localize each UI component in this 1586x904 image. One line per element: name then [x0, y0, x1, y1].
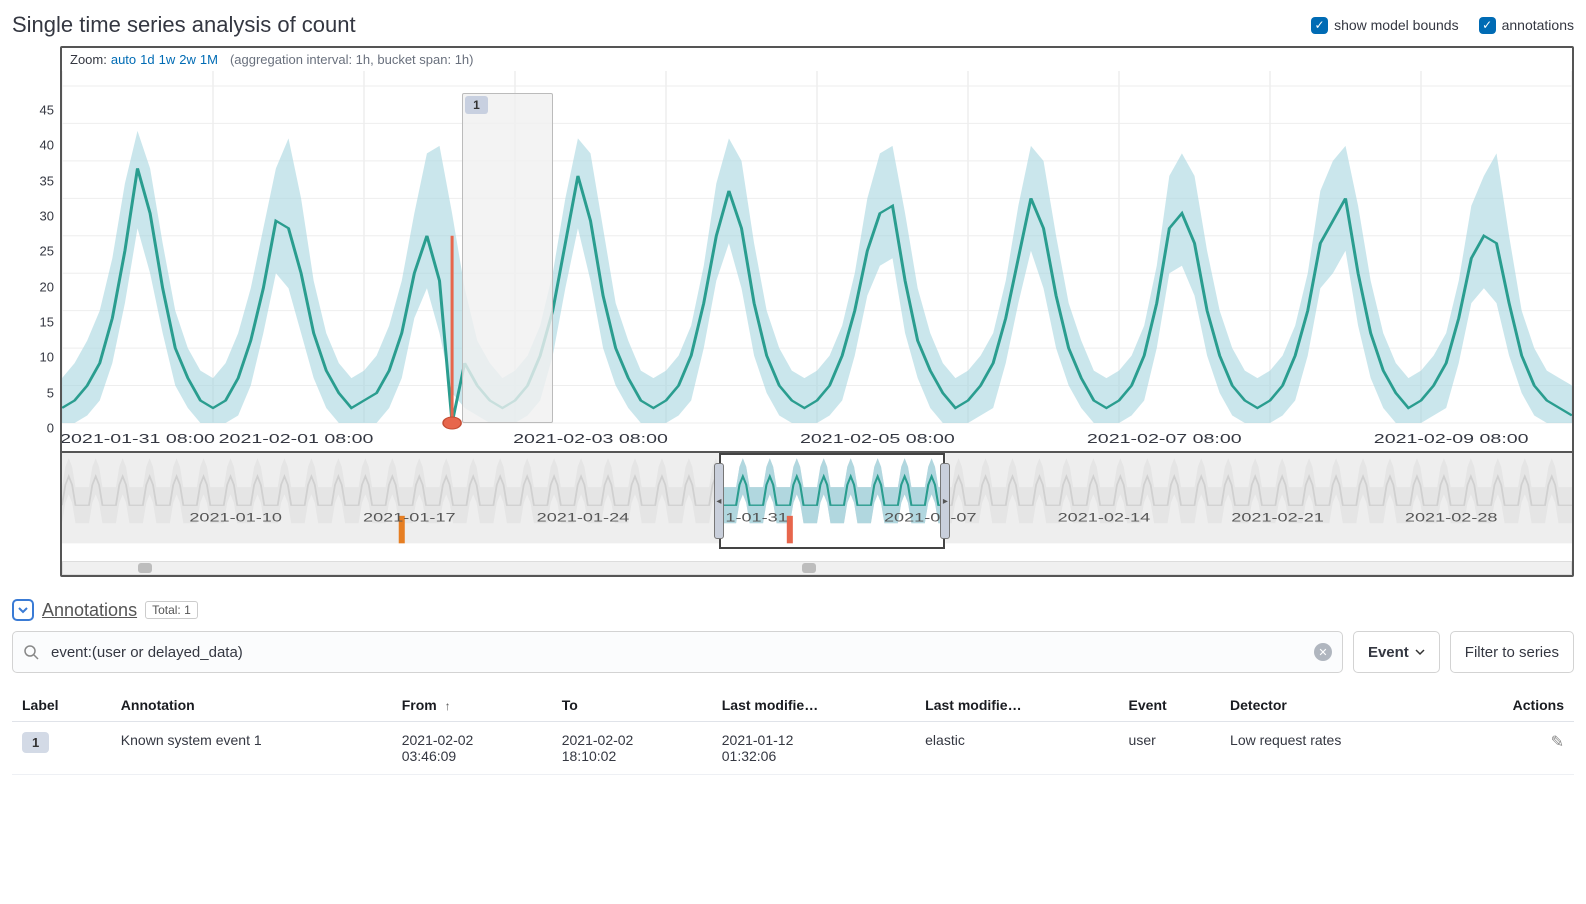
brush-handle-left[interactable]: ◂: [714, 463, 724, 539]
search-input[interactable]: [49, 643, 1304, 662]
svg-text:1-01-31: 1-01-31: [725, 512, 787, 525]
filter-to-series-button[interactable]: Filter to series: [1450, 631, 1574, 673]
svg-text:2021-01-31 08:00: 2021-01-31 08:00: [62, 431, 215, 446]
page-title: Single time series analysis of count: [12, 12, 356, 38]
filter-button-label: Filter to series: [1465, 644, 1559, 661]
annotation-badge: 1: [465, 96, 488, 114]
brush-handle-right[interactable]: ▸: [940, 463, 950, 539]
y-tick-label: 40: [40, 138, 54, 153]
svg-text:2021-02-07: 2021-02-07: [884, 512, 977, 525]
col-event[interactable]: Event: [1119, 689, 1221, 722]
zoom-info: (aggregation interval: 1h, bucket span: …: [230, 52, 474, 67]
row-to: 2021-02-0218:10:02: [552, 722, 712, 775]
table-row[interactable]: 1Known system event 12021-02-0203:46:092…: [12, 722, 1574, 775]
zoom-1w[interactable]: 1w: [159, 52, 176, 67]
svg-text:2021-01-10: 2021-01-10: [189, 512, 282, 525]
svg-text:2021-02-03 08:00: 2021-02-03 08:00: [513, 431, 668, 446]
checkbox-annotations[interactable]: ✓ annotations: [1479, 17, 1574, 34]
zoom-prefix: Zoom:: [70, 52, 107, 67]
y-tick-label: 25: [40, 244, 54, 259]
checkbox-label: annotations: [1502, 17, 1574, 33]
col-from-label: From: [402, 697, 437, 713]
y-tick-label: 5: [47, 385, 54, 400]
col-label[interactable]: Label: [12, 689, 111, 722]
context-scrollbar[interactable]: [62, 561, 1572, 575]
col-last-modified-date[interactable]: Last modifie…: [712, 689, 915, 722]
col-detector[interactable]: Detector: [1220, 689, 1449, 722]
y-tick-label: 30: [40, 209, 54, 224]
annotations-total-badge: Total: 1: [145, 601, 198, 619]
zoom-controls: Zoom: auto 1d 1w 2w 1M (aggregation inte…: [62, 48, 1572, 71]
svg-text:2021-02-28: 2021-02-28: [1405, 512, 1498, 525]
context-chart[interactable]: 2021-01-10 2021-01-17 2021-01-24 1-01-31 202…: [62, 451, 1572, 561]
y-tick-label: 20: [40, 279, 54, 294]
y-tick-label: 15: [40, 315, 54, 330]
row-annotation: Known system event 1: [111, 722, 392, 775]
zoom-auto[interactable]: auto: [111, 52, 136, 67]
svg-text:2021-02-14: 2021-02-14: [1058, 512, 1151, 525]
edit-icon[interactable]: ✎: [1551, 734, 1564, 751]
zoom-1m[interactable]: 1M: [200, 52, 218, 67]
svg-text:2021-02-09 08:00: 2021-02-09 08:00: [1374, 431, 1529, 446]
col-to[interactable]: To: [552, 689, 712, 722]
col-from[interactable]: From ↑: [392, 689, 552, 722]
scroll-thumb[interactable]: [802, 563, 816, 573]
y-tick-label: 0: [47, 421, 54, 436]
scroll-thumb[interactable]: [138, 563, 152, 573]
row-last-modified-date: 2021-01-1201:32:06: [712, 722, 915, 775]
svg-text:2021-01-24: 2021-01-24: [537, 512, 630, 525]
row-last-modified-by: elastic: [915, 722, 1118, 775]
row-from: 2021-02-0203:46:09: [392, 722, 552, 775]
svg-text:2021-01-17: 2021-01-17: [363, 512, 456, 525]
clear-search-icon[interactable]: ✕: [1314, 643, 1332, 661]
search-box[interactable]: ✕: [12, 631, 1343, 673]
svg-text:2021-02-07 08:00: 2021-02-07 08:00: [1087, 431, 1242, 446]
svg-text:2021-02-05 08:00: 2021-02-05 08:00: [800, 431, 955, 446]
y-tick-label: 35: [40, 173, 54, 188]
y-tick-label: 45: [40, 103, 54, 118]
y-tick-label: 10: [40, 350, 54, 365]
search-icon: [23, 644, 39, 660]
col-last-modified-by[interactable]: Last modifie…: [915, 689, 1118, 722]
check-icon: ✓: [1311, 17, 1328, 34]
annotations-title: Annotations: [42, 600, 137, 621]
annotation-region[interactable]: 1: [462, 93, 553, 423]
col-annotation[interactable]: Annotation: [111, 689, 392, 722]
zoom-1d[interactable]: 1d: [140, 52, 154, 67]
col-actions[interactable]: Actions: [1449, 689, 1574, 722]
chevron-down-icon: [17, 604, 29, 616]
annotations-table: Label Annotation From ↑ To Last modifie……: [12, 689, 1574, 775]
row-label-badge: 1: [22, 732, 49, 753]
row-event: user: [1119, 722, 1221, 775]
event-dropdown-label: Event: [1368, 644, 1409, 661]
row-detector: Low request rates: [1220, 722, 1449, 775]
checkbox-show-model-bounds[interactable]: ✓ show model bounds: [1311, 17, 1459, 34]
toggle-annotations-button[interactable]: [12, 599, 34, 621]
event-dropdown[interactable]: Event: [1353, 631, 1440, 673]
main-chart[interactable]: 2021-01-31 08:00 2021-02-01 08:00 2021-02-…: [62, 71, 1572, 451]
svg-text:2021-02-21: 2021-02-21: [1231, 512, 1324, 525]
y-axis: 0 5 10 15 20 25 30 35 40 45: [12, 46, 60, 577]
svg-text:2021-02-01 08:00: 2021-02-01 08:00: [219, 431, 374, 446]
checkbox-label: show model bounds: [1334, 17, 1459, 33]
chevron-down-icon: [1415, 647, 1425, 657]
sort-asc-icon: ↑: [445, 699, 451, 713]
check-icon: ✓: [1479, 17, 1496, 34]
zoom-2w[interactable]: 2w: [179, 52, 196, 67]
